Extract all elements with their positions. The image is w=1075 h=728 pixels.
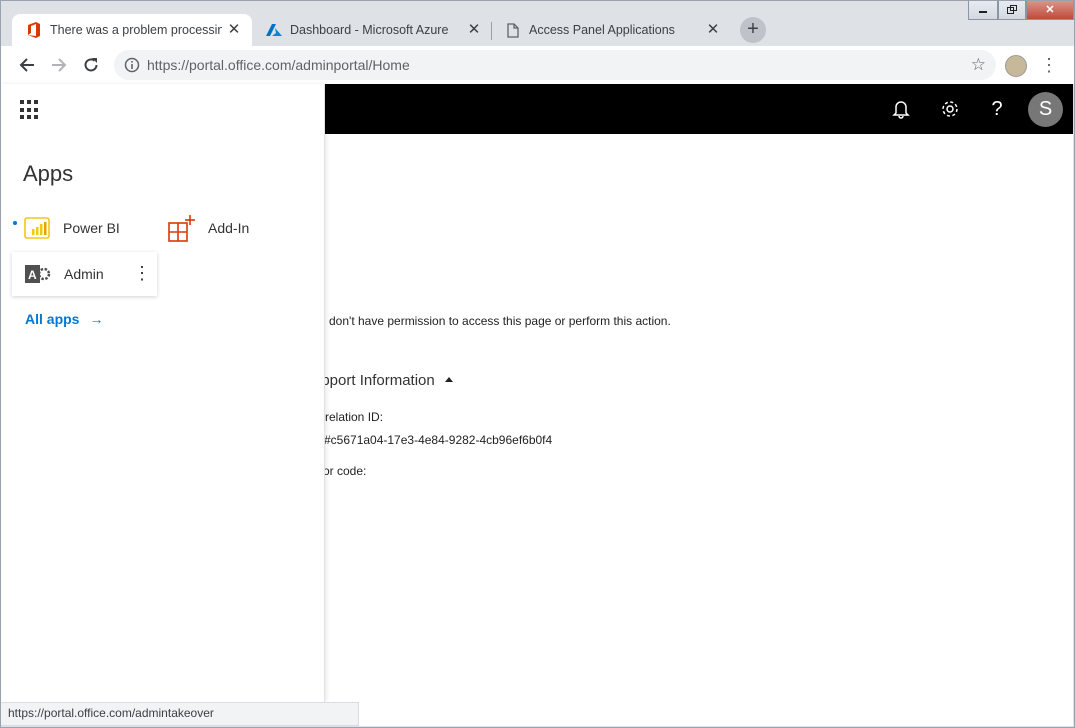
browser-window: There was a problem processing ✕ Dashboa… [0,0,1075,728]
window-border [0,0,1075,728]
